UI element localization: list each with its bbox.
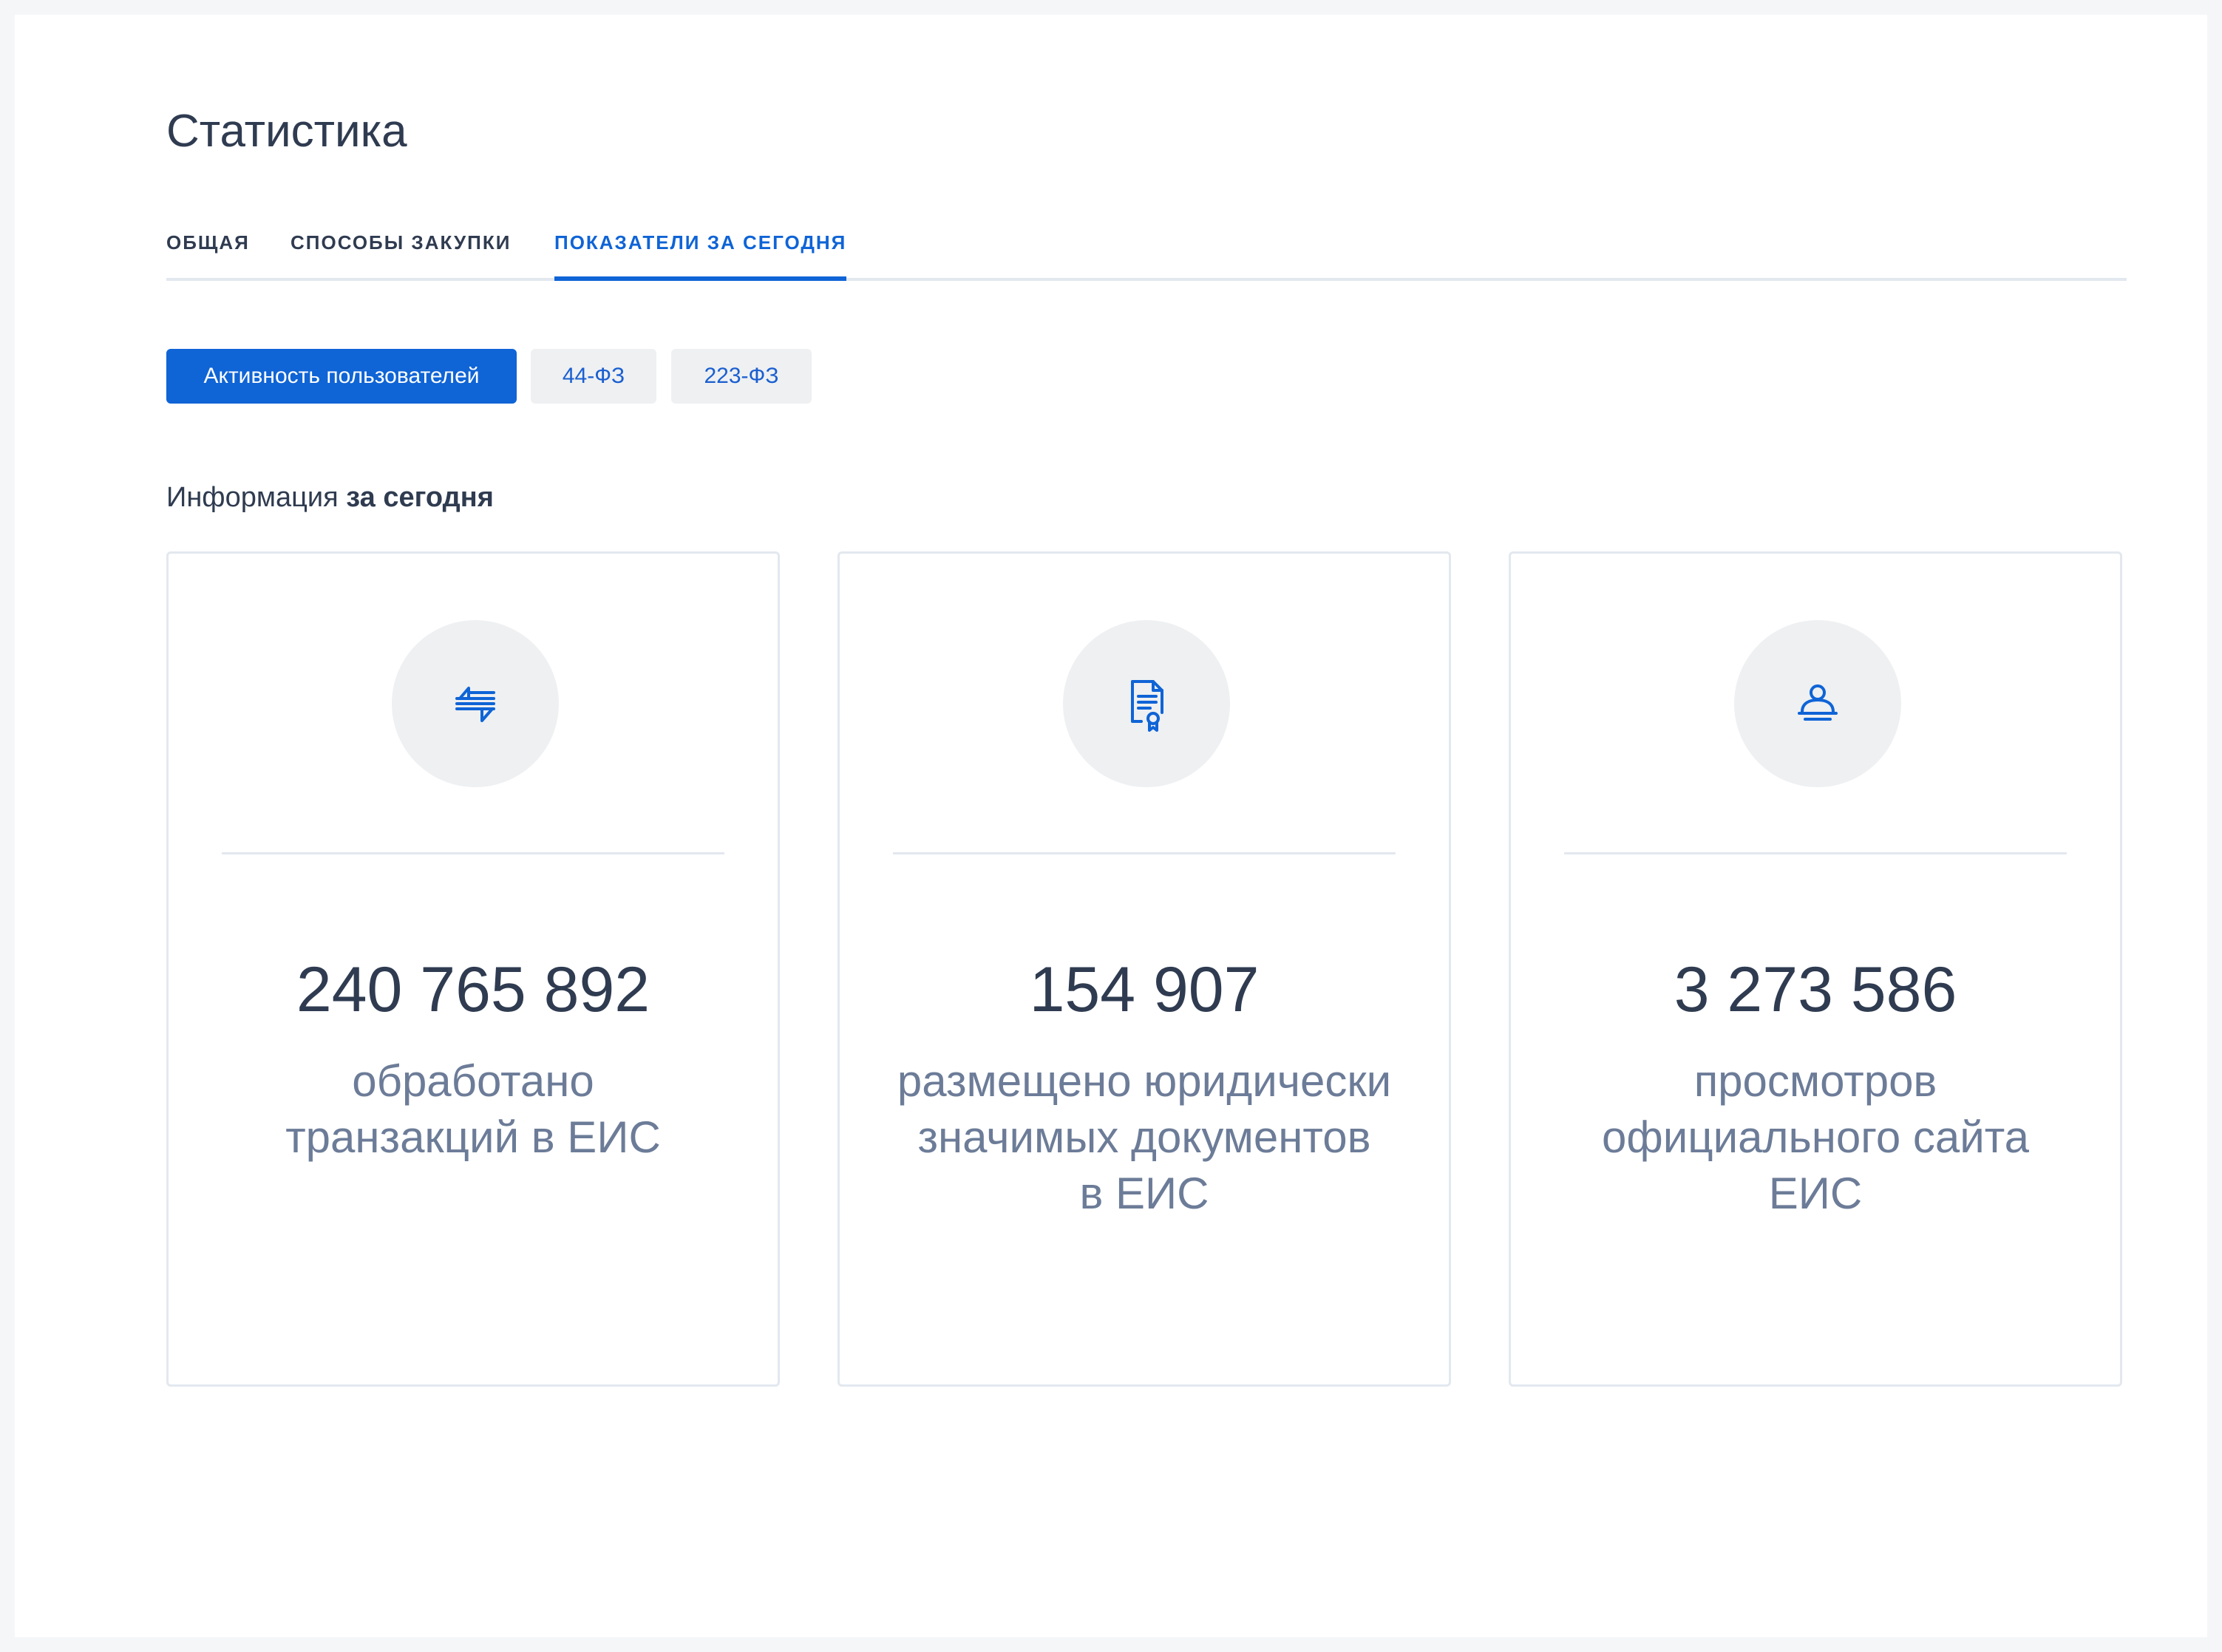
info-prefix: Информация	[166, 482, 339, 513]
stat-value: 154 907	[1029, 954, 1260, 1025]
card-divider	[222, 852, 724, 854]
caption-line: просмотров	[1693, 1056, 1937, 1106]
statistics-page: Статистика ОБЩАЯ СПОСОБЫ ЗАКУПКИ ПОКАЗАТ…	[15, 15, 2207, 1637]
card-divider	[893, 852, 1396, 854]
icon-circle	[1063, 620, 1230, 787]
certified-document-icon	[1131, 680, 1163, 732]
caption-line: значимых документов	[917, 1112, 1371, 1162]
stat-caption: размещено юридически значимых документов…	[869, 1053, 1419, 1222]
user-activity-button[interactable]: Активность пользователей	[166, 349, 517, 404]
tab-today-indicators[interactable]: ПОКАЗАТЕЛИ ЗА СЕГОДНЯ	[554, 229, 847, 281]
page-title: Статистика	[166, 106, 407, 157]
stat-card-documents: 154 907 размещено юридически значимых до…	[838, 551, 1451, 1387]
caption-line: ЕИС	[1768, 1169, 1863, 1218]
card-divider	[1564, 852, 2067, 854]
stat-card-transactions: 240 765 892 обработано транзакций в ЕИС	[166, 551, 780, 1387]
info-heading: Информация за сегодня	[166, 479, 494, 516]
icon-circle	[1734, 620, 1901, 787]
caption-line: в ЕИС	[1079, 1169, 1209, 1218]
law-44-button[interactable]: 44-ФЗ	[531, 349, 656, 404]
icon-circle	[392, 620, 559, 787]
caption-line: официального сайта	[1602, 1112, 2029, 1162]
stat-caption: обработано транзакций в ЕИС	[198, 1053, 748, 1166]
user-visitor-icon	[1798, 684, 1838, 721]
stat-caption: просмотров официального сайта ЕИС	[1540, 1053, 2090, 1222]
caption-line: транзакций в ЕИС	[285, 1112, 661, 1162]
stat-value: 3 273 586	[1674, 954, 1957, 1025]
caption-line: размещено юридически	[897, 1056, 1392, 1106]
stat-value: 240 765 892	[296, 954, 650, 1025]
transactions-icon	[455, 687, 495, 722]
tabs-bar: ОБЩАЯ СПОСОБЫ ЗАКУПКИ ПОКАЗАТЕЛИ ЗА СЕГО…	[166, 213, 2127, 281]
tab-procurement-methods[interactable]: СПОСОБЫ ЗАКУПКИ	[291, 229, 511, 276]
caption-line: обработано	[352, 1056, 594, 1106]
law-223-button[interactable]: 223-ФЗ	[671, 349, 812, 404]
tab-general[interactable]: ОБЩАЯ	[166, 229, 250, 276]
info-emphasis: за сегодня	[346, 482, 494, 513]
stat-card-site-views: 3 273 586 просмотров официального сайта …	[1509, 551, 2122, 1387]
